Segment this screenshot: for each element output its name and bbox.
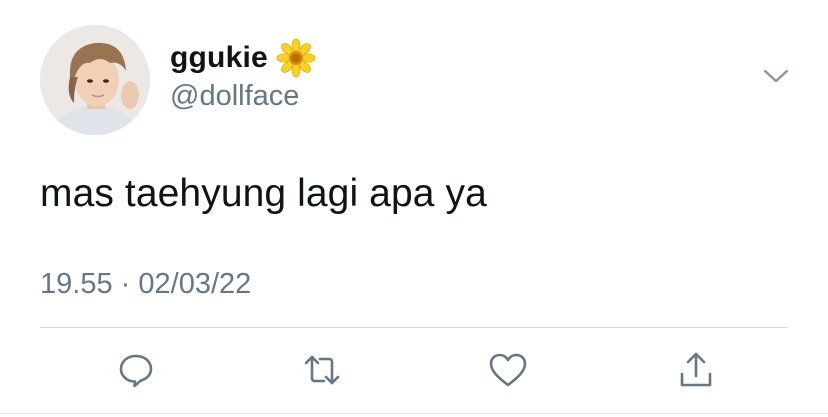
like-button[interactable] (488, 350, 528, 390)
tweet-timestamp[interactable]: 19.55 · 02/03/22 (40, 268, 251, 301)
divider (40, 327, 788, 328)
share-icon (676, 350, 716, 390)
display-name[interactable]: ggukie (170, 41, 268, 75)
heart-icon (488, 351, 528, 389)
author-name-row: ggukie (170, 38, 316, 78)
tweet-text: mas taehyung lagi apa ya (40, 172, 487, 215)
retweet-icon (302, 350, 342, 390)
speech-bubble-icon (117, 351, 155, 389)
more-options-chevron-down-icon[interactable] (762, 66, 790, 86)
share-button[interactable] (676, 350, 716, 390)
retweet-button[interactable] (302, 350, 342, 390)
reply-button[interactable] (116, 350, 156, 390)
username-handle[interactable]: @dollface (170, 80, 299, 113)
timestamp-separator: · (120, 268, 131, 300)
avatar[interactable] (40, 25, 150, 135)
sunflower-icon (276, 38, 316, 78)
bottom-border (0, 413, 828, 414)
tweet-date: 02/03/22 (138, 268, 252, 300)
tweet-time: 19.55 (40, 268, 113, 300)
